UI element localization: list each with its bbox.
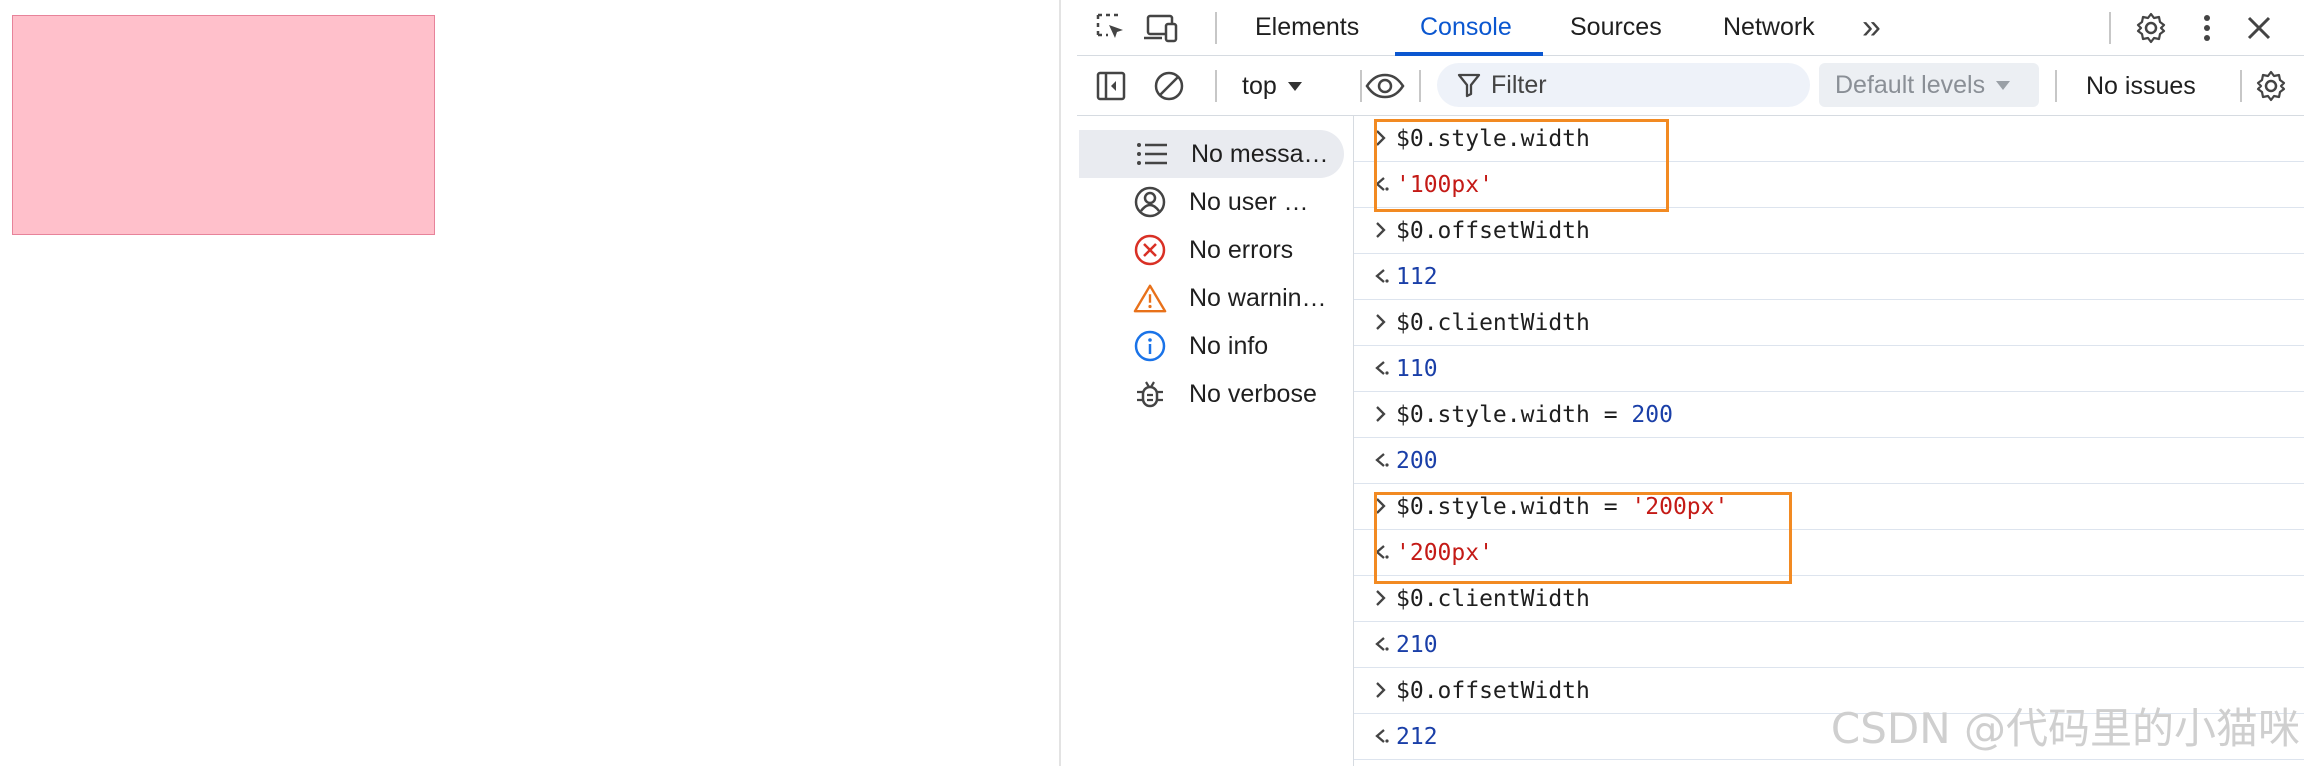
filter-placeholder: Filter — [1491, 70, 1547, 99]
result-arrow-icon — [1375, 269, 1389, 283]
issues-counter[interactable]: No issues — [2086, 64, 2196, 108]
console-result-number: 200 — [1396, 448, 1438, 474]
console-result-row[interactable]: 210 — [1354, 622, 2304, 668]
filter-funnel-icon — [1457, 73, 1481, 98]
info-icon — [1133, 329, 1167, 363]
clear-console-icon[interactable] — [1151, 68, 1187, 104]
page-viewport — [0, 0, 1059, 766]
sidebar-item-info[interactable]: No info — [1077, 322, 1353, 370]
toggle-sidebar-icon[interactable] — [1093, 68, 1129, 104]
console-result-number: 212 — [1396, 724, 1438, 750]
bug-icon — [1133, 377, 1167, 411]
sidebar-item-errors[interactable]: No errors — [1077, 226, 1353, 274]
csdn-watermark: CSDN @代码里的小猫咪 — [1830, 704, 2300, 753]
user-icon — [1133, 185, 1167, 219]
toolbar-separator-5 — [2240, 70, 2242, 102]
console-result-string: '200px' — [1396, 540, 1493, 566]
devtools-tabbar: Elements Console Sources Network » — [1077, 0, 2304, 56]
console-toolbar: top Filter Default levels No issues — [1077, 56, 2304, 116]
chevron-right-icon — [1376, 406, 1386, 422]
console-sidebar: No messa… No user … No errors No warnin…… — [1077, 116, 1354, 766]
console-input-text: $0.style.width — [1396, 126, 1590, 152]
console-result-number: 112 — [1396, 264, 1438, 290]
console-input-text: $0.offsetWidth — [1396, 218, 1590, 244]
console-messages: $0.style.width '100px' $0.offsetWidth 11… — [1354, 116, 2304, 766]
console-result-string: '100px' — [1396, 172, 1493, 198]
devtools-resize-divider[interactable] — [1059, 0, 1061, 766]
console-input-text: $0.style.width = — [1396, 494, 1632, 520]
tab-sources[interactable]: Sources — [1570, 0, 1662, 56]
tab-console[interactable]: Console — [1420, 0, 1512, 56]
console-input-row[interactable]: $0.style.width = '200px' — [1354, 484, 2304, 530]
log-levels-dropdown[interactable]: Default levels — [1819, 63, 2039, 107]
toolbar-separator-3 — [1419, 70, 1421, 102]
error-icon — [1133, 233, 1167, 267]
console-result-row[interactable]: 110 — [1354, 346, 2304, 392]
sidebar-item-label: No info — [1189, 331, 1269, 360]
sidebar-item-user-messages[interactable]: No user … — [1077, 178, 1353, 226]
chevron-down-icon — [1287, 82, 1302, 91]
sidebar-item-label: No messa… — [1191, 139, 1329, 168]
context-label: top — [1242, 71, 1277, 100]
tabbar-separator — [1215, 12, 1217, 44]
devtools-panel: Elements Console Sources Network » top F… — [1077, 0, 2304, 766]
tab-elements[interactable]: Elements — [1255, 0, 1359, 56]
sidebar-item-warnings[interactable]: No warnin… — [1077, 274, 1353, 322]
device-toolbar-icon[interactable] — [1141, 10, 1181, 46]
sidebar-item-label: No user … — [1189, 187, 1309, 216]
chevron-right-icon — [1376, 222, 1386, 238]
more-options-icon[interactable] — [2189, 10, 2225, 46]
settings-gear-icon[interactable] — [2133, 10, 2169, 46]
result-arrow-icon — [1375, 361, 1389, 375]
pink-box-element[interactable] — [12, 15, 435, 235]
sidebar-item-label: No verbose — [1189, 379, 1317, 408]
chevron-right-icon — [1376, 130, 1386, 146]
live-expression-eye-icon[interactable] — [1355, 68, 1415, 104]
console-input-row[interactable]: $0.clientWidth — [1354, 300, 2304, 346]
console-input-row[interactable]: $0.offsetWidth — [1354, 208, 2304, 254]
console-result-row[interactable]: 200 — [1354, 438, 2304, 484]
console-input-text: $0.offsetWidth — [1396, 678, 1590, 704]
console-result-row[interactable]: '100px' — [1354, 162, 2304, 208]
chevron-right-icon — [1376, 314, 1386, 330]
console-input-row[interactable]: $0.clientWidth — [1354, 576, 2304, 622]
result-arrow-icon — [1375, 637, 1389, 651]
console-input-value: 200 — [1631, 402, 1673, 428]
context-selector[interactable]: top — [1242, 66, 1303, 106]
warning-icon — [1133, 281, 1167, 315]
console-input-row[interactable]: $0.style.width — [1354, 116, 2304, 162]
close-devtools-icon[interactable] — [2241, 10, 2277, 46]
list-icon — [1135, 137, 1169, 171]
toolbar-separator-4 — [2055, 70, 2057, 102]
log-levels-label: Default levels — [1835, 70, 1986, 99]
toolbar-separator — [1215, 70, 1217, 102]
console-input-row[interactable]: $0.style.width = 200 — [1354, 392, 2304, 438]
console-result-row[interactable]: 112 — [1354, 254, 2304, 300]
sidebar-item-label: No errors — [1189, 235, 1294, 264]
more-tabs-icon[interactable]: » — [1862, 0, 1881, 56]
tabbar-separator-right — [2109, 12, 2111, 44]
result-arrow-icon — [1375, 177, 1389, 191]
chevron-right-icon — [1376, 590, 1386, 606]
chevron-down-icon — [1996, 81, 2011, 90]
chevron-right-icon — [1376, 682, 1386, 698]
result-arrow-icon — [1375, 545, 1389, 559]
console-input-text: $0.clientWidth — [1396, 310, 1590, 336]
result-arrow-icon — [1375, 453, 1389, 467]
console-input-value: '200px' — [1631, 494, 1729, 520]
result-arrow-icon — [1375, 729, 1389, 743]
console-result-row[interactable]: '200px' — [1354, 530, 2304, 576]
sidebar-item-messages[interactable]: No messa… — [1079, 130, 1344, 178]
tab-network[interactable]: Network — [1723, 0, 1815, 56]
console-settings-gear-icon[interactable] — [2251, 68, 2291, 104]
inspect-element-icon[interactable] — [1093, 10, 1129, 46]
filter-input[interactable]: Filter — [1437, 63, 1810, 107]
sidebar-item-label: No warnin… — [1189, 283, 1327, 312]
console-input-text: $0.style.width = — [1396, 402, 1632, 428]
console-result-number: 110 — [1396, 356, 1438, 382]
sidebar-item-verbose[interactable]: No verbose — [1077, 370, 1353, 418]
chevron-right-icon — [1376, 498, 1386, 514]
console-input-text: $0.clientWidth — [1396, 586, 1590, 612]
console-result-number: 210 — [1396, 632, 1438, 658]
